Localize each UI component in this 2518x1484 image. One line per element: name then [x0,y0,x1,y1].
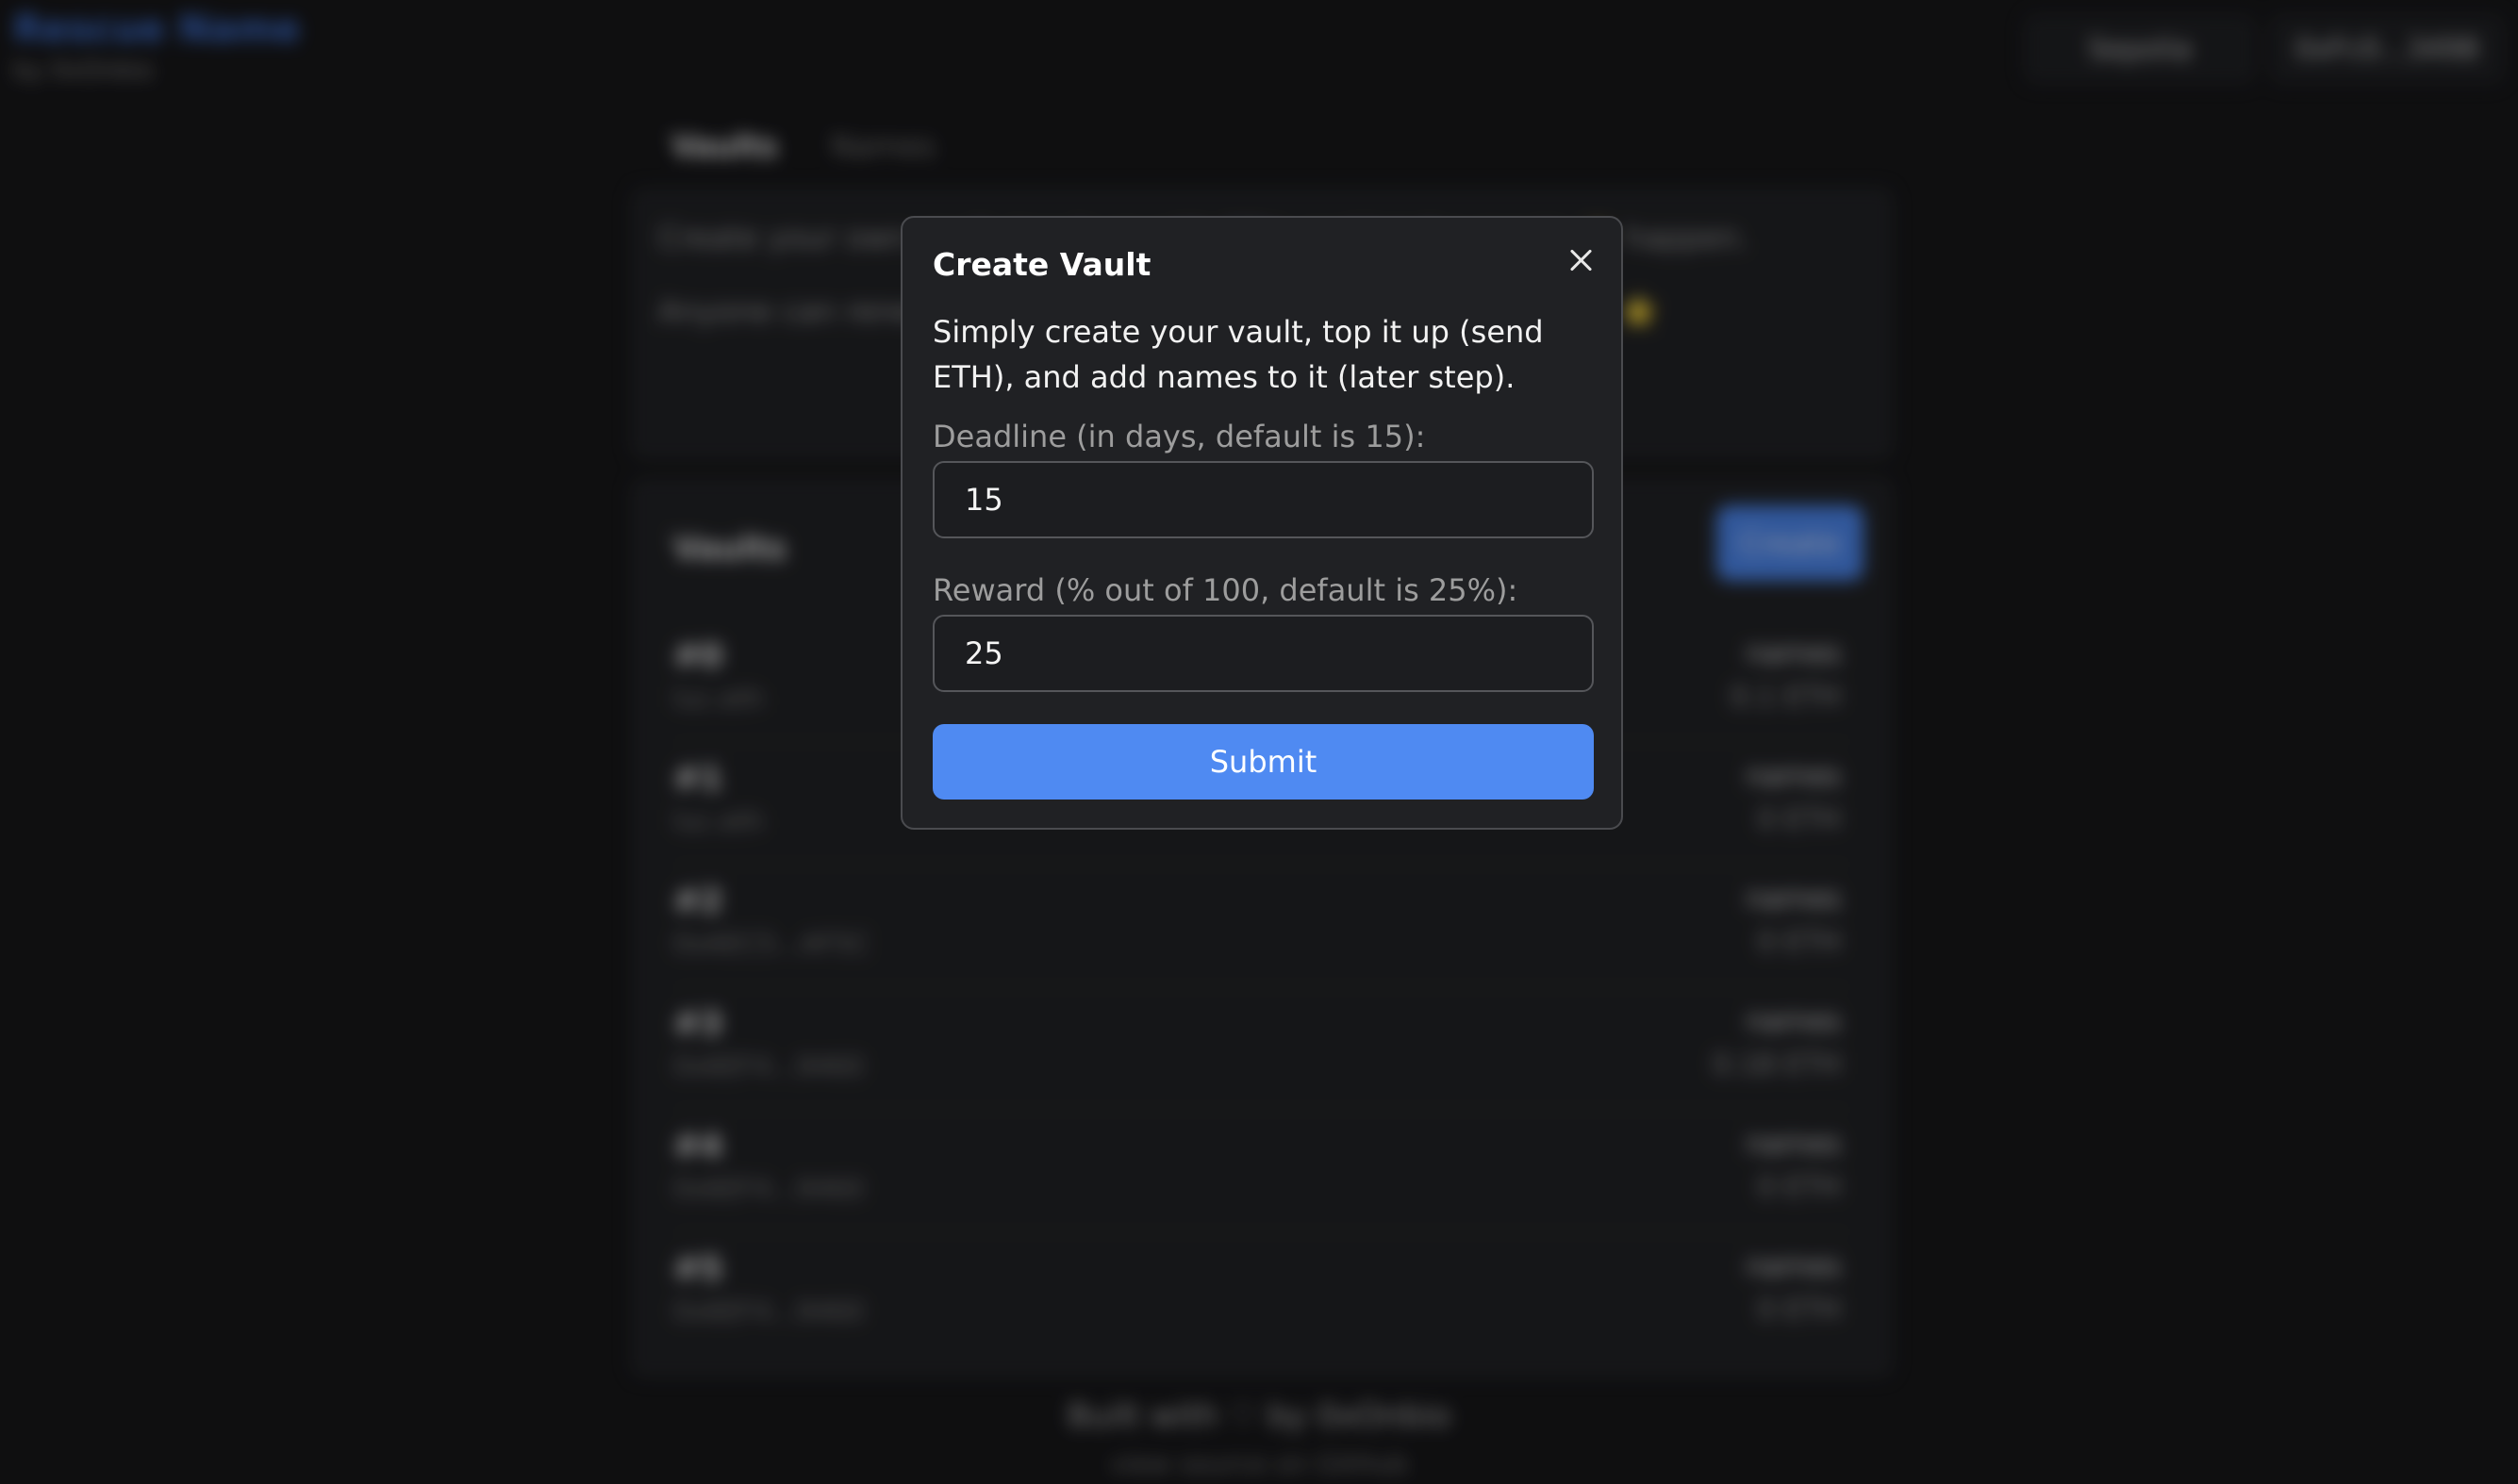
close-icon[interactable] [1565,244,1597,276]
reward-input[interactable] [933,615,1594,692]
create-vault-dialog: Create Vault Simply create your vault, t… [901,216,1623,830]
dialog-description: Simply create your vault, top it up (sen… [933,314,1544,395]
deadline-label: Deadline (in days, default is 15): [933,419,1426,454]
deadline-input[interactable] [933,461,1594,538]
dialog-title: Create Vault [933,246,1151,283]
reward-label: Reward (% out of 100, default is 25%): [933,572,1518,608]
submit-button[interactable]: Submit [933,724,1594,800]
